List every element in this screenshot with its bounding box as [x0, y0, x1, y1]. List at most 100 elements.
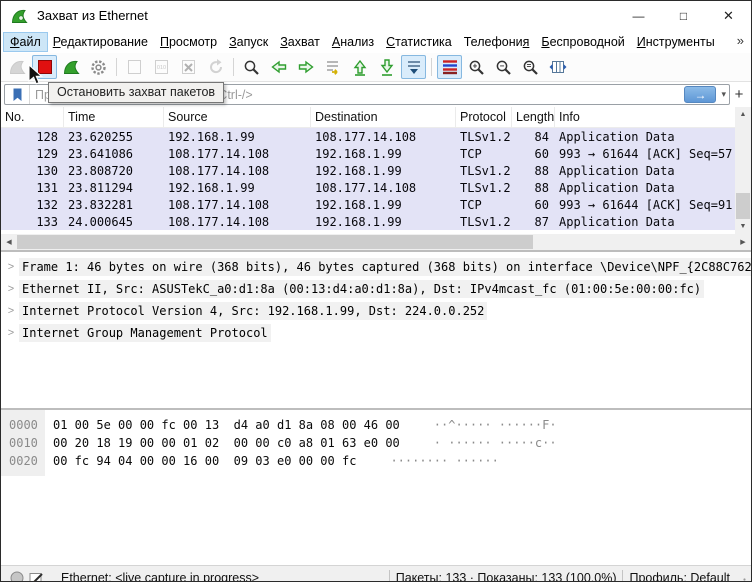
column-header-length[interactable]: Length — [512, 107, 555, 127]
menu-item-0[interactable]: Файл — [3, 31, 48, 52]
column-header-protocol[interactable]: Protocol — [456, 107, 512, 127]
detail-line-3[interactable]: > Internet Group Management Protocol — [1, 322, 751, 344]
save-file-button[interactable]: 010 — [149, 55, 174, 79]
cell-source: 192.168.1.99 — [168, 180, 255, 195]
column-header-info[interactable]: Info — [555, 107, 735, 127]
menu-item-4[interactable]: Захват — [274, 33, 326, 51]
menu-item-3[interactable]: Запуск — [223, 33, 274, 51]
go-forward-button[interactable] — [293, 55, 318, 79]
hex-rows: 0000 01 00 5e 00 00 fc 00 13 d4 a0 d1 8a … — [1, 416, 751, 470]
go-to-packet-button[interactable] — [320, 55, 345, 79]
hex-ascii: ··^····· ······F· — [433, 418, 557, 432]
column-header-no[interactable]: No. — [1, 107, 64, 127]
packet-row-132[interactable]: 132 23.832281 108.177.14.108 192.168.1.99 TC… — [1, 196, 735, 213]
svg-text:−: − — [500, 61, 505, 70]
colorize-button[interactable] — [437, 55, 462, 79]
go-first-button[interactable] — [347, 55, 372, 79]
expand-chevron-icon[interactable]: > — [3, 305, 19, 317]
scroll-left-icon[interactable]: ◀ — [1, 234, 17, 250]
scroll-right-icon[interactable]: ▶ — [735, 234, 751, 250]
cell-destination: 108.177.14.108 — [315, 129, 417, 144]
minimize-button[interactable]: — — [616, 1, 661, 30]
cell-length: 88 — [534, 180, 549, 195]
vertical-scrollbar[interactable]: ▲ ▼ — [735, 107, 751, 234]
resize-columns-button[interactable] — [545, 55, 570, 79]
file-x-icon — [181, 59, 196, 75]
capture-comment-icon[interactable] — [29, 571, 45, 581]
close-file-button[interactable] — [176, 55, 201, 79]
add-filter-button[interactable]: + — [730, 86, 748, 103]
expand-chevron-icon[interactable]: > — [3, 261, 19, 273]
cell-length: 60 — [534, 146, 549, 161]
detail-line-2[interactable]: > Internet Protocol Version 4, Src: 192.1… — [1, 300, 751, 322]
cell-time: 23.811294 — [68, 180, 134, 195]
arrow-right-icon — [297, 59, 315, 75]
horizontal-scrollbar[interactable]: ◀ ▶ — [1, 234, 751, 250]
menu-item-2[interactable]: Просмотр — [154, 33, 223, 51]
cell-protocol: TLSv1.2 — [460, 129, 511, 144]
menu-item-7[interactable]: Телефония — [458, 33, 536, 51]
cell-info: 993 → 61644 [ACK] Seq=91 — [559, 197, 733, 212]
column-header-destination[interactable]: Destination — [311, 107, 456, 127]
reload-arrow-icon — [208, 59, 224, 75]
menu-overflow-chevron[interactable]: » — [737, 33, 744, 48]
auto-scroll-button[interactable] — [401, 55, 426, 79]
cell-no: 130 — [36, 163, 58, 178]
apply-filter-button[interactable]: → — [684, 86, 717, 103]
bookmark-icon — [13, 88, 21, 101]
open-file-button[interactable] — [122, 55, 147, 79]
packet-row-129[interactable]: 129 23.641086 108.177.14.108 192.168.1.99 TC… — [1, 145, 735, 162]
vertical-scroll-thumb[interactable] — [736, 193, 750, 219]
hex-row-0010[interactable]: 0010 00 20 18 19 00 00 01 02 00 00 c0 a8 … — [1, 434, 751, 452]
hex-row-0000[interactable]: 0000 01 00 5e 00 00 fc 00 13 d4 a0 d1 8a … — [1, 416, 751, 434]
detail-line-1[interactable]: > Ethernet II, Src: ASUSTekC_a0:d1:8a (00… — [1, 278, 751, 300]
scroll-up-icon[interactable]: ▲ — [735, 107, 751, 122]
packet-row-131[interactable]: 131 23.811294 192.168.1.99 108.177.14.108 TL… — [1, 179, 735, 196]
find-packet-button[interactable] — [239, 55, 264, 79]
resize-grip[interactable] — [734, 577, 747, 581]
packet-details-pane: > Frame 1: 46 bytes on wire (368 bits), 4… — [1, 252, 751, 408]
detail-line-0[interactable]: > Frame 1: 46 bytes on wire (368 bits), 4… — [1, 256, 751, 278]
menu-item-9[interactable]: Инструменты — [631, 33, 721, 51]
hex-bytes: 00 20 18 19 00 00 01 02 00 00 c0 a8 01 6… — [53, 436, 400, 450]
filter-bookmark-button[interactable] — [5, 85, 30, 104]
detail-text: Ethernet II, Src: ASUSTekC_a0:d1:8a (00:… — [19, 280, 705, 298]
scroll-down-icon[interactable]: ▼ — [735, 219, 751, 234]
cell-length: 84 — [534, 129, 549, 144]
packet-row-128[interactable]: 128 23.620255 192.168.1.99 108.177.14.108 TL… — [1, 128, 735, 145]
column-header-source[interactable]: Source — [164, 107, 311, 127]
packet-row-133[interactable]: 133 24.000645 108.177.14.108 192.168.1.99 TL… — [1, 213, 735, 230]
go-last-button[interactable] — [374, 55, 399, 79]
zoom-reset-button[interactable]: = — [518, 55, 543, 79]
cell-no: 128 — [36, 129, 58, 144]
zoom-out-button[interactable]: − — [491, 55, 516, 79]
profile-text[interactable]: Профиль: Default — [629, 571, 730, 581]
menu-item-5[interactable]: Анализ — [326, 33, 380, 51]
reload-button[interactable] — [203, 55, 228, 79]
go-back-button[interactable] — [266, 55, 291, 79]
hex-row-0020[interactable]: 0020 00 fc 94 04 00 00 16 00 09 03 e0 00 … — [1, 452, 751, 470]
expand-chevron-icon[interactable]: > — [3, 283, 19, 295]
horizontal-scroll-thumb[interactable] — [17, 235, 533, 249]
column-header-time[interactable]: Time — [64, 107, 164, 127]
hex-bytes: 01 00 5e 00 00 fc 00 13 d4 a0 d1 8a 08 0… — [53, 418, 400, 432]
expand-chevron-icon[interactable]: > — [3, 327, 19, 339]
expert-info-icon[interactable] — [10, 571, 24, 581]
cell-no: 131 — [36, 180, 58, 195]
close-button[interactable]: ✕ — [706, 1, 751, 30]
restart-capture-button[interactable] — [59, 55, 84, 79]
cell-time: 24.000645 — [68, 214, 134, 229]
menu-item-1[interactable]: Редактирование — [47, 33, 154, 51]
maximize-button[interactable]: □ — [661, 1, 706, 30]
menu-item-6[interactable]: Статистика — [380, 33, 458, 51]
zoom-in-button[interactable]: + — [464, 55, 489, 79]
filter-dropdown-caret-icon[interactable]: ▾ — [721, 89, 726, 100]
start-capture-button[interactable] — [5, 55, 30, 79]
menu-item-8[interactable]: Беспроводной — [535, 33, 630, 51]
packet-row-130[interactable]: 130 23.808720 108.177.14.108 192.168.1.99 TL… — [1, 162, 735, 179]
cell-source: 108.177.14.108 — [168, 163, 270, 178]
svg-text:+: + — [473, 61, 478, 70]
cell-no: 129 — [36, 146, 58, 161]
capture-options-button[interactable] — [86, 55, 111, 79]
hex-bytes: 00 fc 94 04 00 00 16 00 09 03 e0 00 00 f… — [53, 454, 357, 468]
